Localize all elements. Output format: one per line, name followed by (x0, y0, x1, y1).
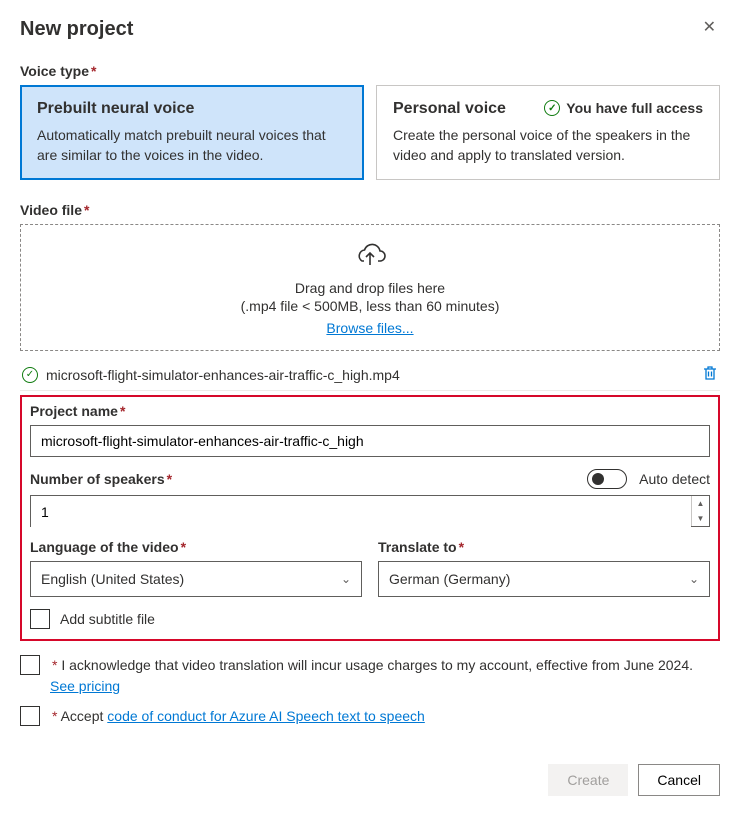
subtitle-label: Add subtitle file (60, 609, 155, 629)
dropzone-constraint: (.mp4 file < 500MB, less than 60 minutes… (33, 298, 707, 314)
speakers-label: Number of speakers* (30, 471, 172, 487)
speakers-value[interactable] (31, 496, 691, 528)
voice-type-label: Voice type* (20, 63, 720, 79)
voice-option-personal[interactable]: ✓ You have full access Personal voice Cr… (376, 85, 720, 180)
language-label: Language of the video* (30, 539, 362, 555)
uploaded-file-row: ✓ microsoft-flight-simulator-enhances-ai… (20, 359, 720, 391)
see-pricing-link[interactable]: See pricing (50, 678, 120, 694)
language-value: English (United States) (41, 571, 184, 587)
delete-file-icon[interactable] (702, 365, 718, 384)
spinner-down-icon[interactable]: ▼ (692, 511, 709, 526)
translate-label: Translate to* (378, 539, 710, 555)
ack-text: * I acknowledge that video translation w… (50, 655, 720, 696)
voice-option-prebuilt[interactable]: Prebuilt neural voice Automatically matc… (20, 85, 364, 180)
check-circle-icon: ✓ (544, 100, 560, 116)
ack-checkbox[interactable] (20, 655, 40, 675)
uploaded-file-name: microsoft-flight-simulator-enhances-air-… (46, 367, 694, 383)
file-dropzone[interactable]: Drag and drop files here (.mp4 file < 50… (20, 224, 720, 351)
voice-option-desc: Create the personal voice of the speaker… (393, 126, 703, 165)
coc-checkbox[interactable] (20, 706, 40, 726)
file-ok-icon: ✓ (22, 367, 38, 383)
speakers-input[interactable]: ▲ ▼ (30, 495, 710, 527)
video-file-label: Video file* (20, 202, 720, 218)
project-name-label: Project name* (30, 403, 710, 419)
dialog-title: New project (20, 18, 133, 41)
auto-detect-toggle[interactable] (587, 469, 627, 489)
project-name-input[interactable] (30, 425, 710, 457)
project-settings-section: Project name* Number of speakers* Auto d… (20, 395, 720, 641)
auto-detect-label: Auto detect (639, 471, 710, 487)
spinner-up-icon[interactable]: ▲ (692, 496, 709, 511)
close-icon[interactable]: ✕ (699, 18, 720, 38)
chevron-down-icon: ⌄ (689, 572, 699, 586)
chevron-down-icon: ⌄ (341, 572, 351, 586)
coc-link[interactable]: code of conduct for Azure AI Speech text… (107, 708, 425, 724)
create-button[interactable]: Create (548, 764, 628, 796)
cloud-upload-icon (354, 243, 386, 272)
translate-value: German (Germany) (389, 571, 510, 587)
subtitle-checkbox[interactable] (30, 609, 50, 629)
cancel-button[interactable]: Cancel (638, 764, 720, 796)
voice-option-desc: Automatically match prebuilt neural voic… (37, 126, 347, 165)
translate-select[interactable]: German (Germany) ⌄ (378, 561, 710, 597)
coc-text: * Accept code of conduct for Azure AI Sp… (50, 706, 425, 726)
voice-option-title: Prebuilt neural voice (37, 100, 347, 118)
dropzone-text: Drag and drop files here (33, 280, 707, 296)
language-select[interactable]: English (United States) ⌄ (30, 561, 362, 597)
browse-files-link[interactable]: Browse files... (326, 320, 413, 336)
access-badge: ✓ You have full access (544, 100, 703, 116)
